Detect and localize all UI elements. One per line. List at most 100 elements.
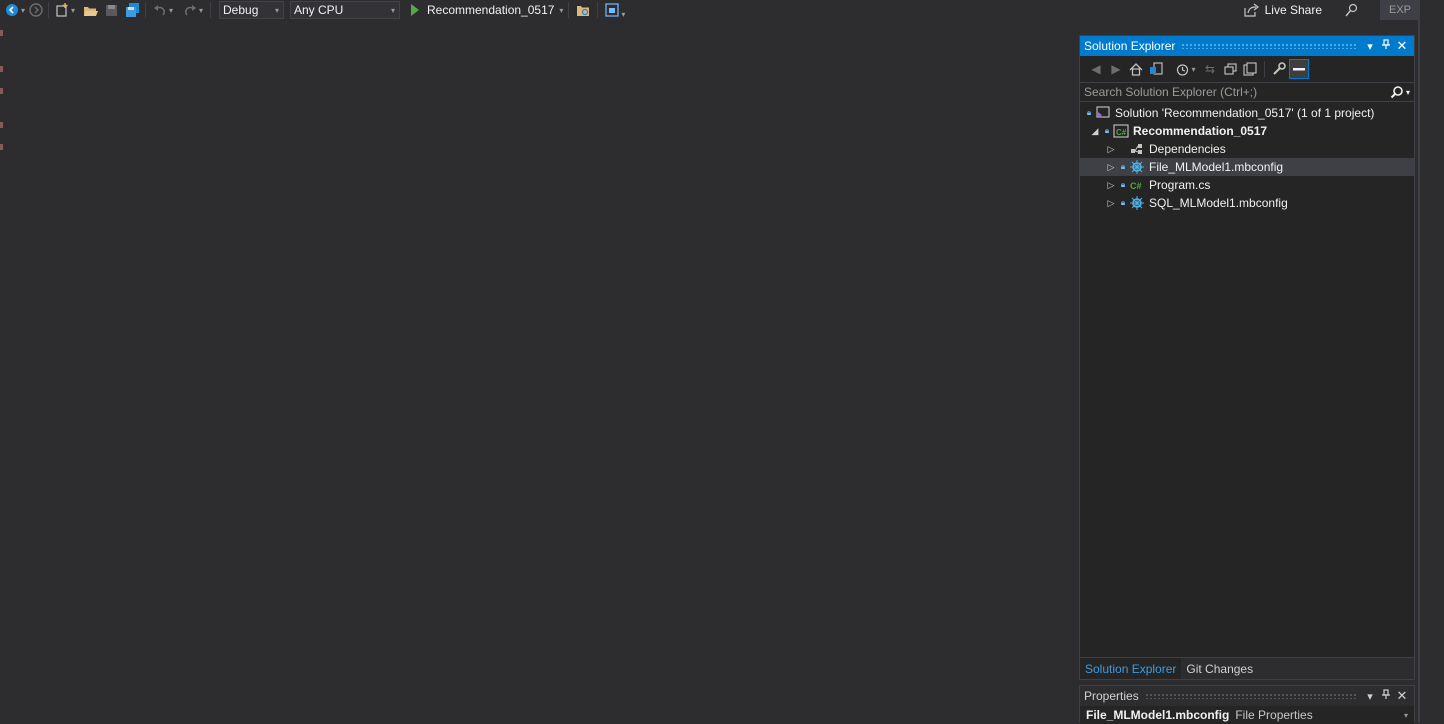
- tree-node-program-cs[interactable]: ▷ 🔒︎ C# Program.cs: [1080, 176, 1414, 194]
- back-icon[interactable]: ◀: [1086, 59, 1106, 79]
- selected-object-kind: File Properties: [1235, 708, 1313, 722]
- toolbar-separator: [145, 2, 146, 18]
- new-project-button[interactable]: ▾: [51, 1, 79, 19]
- collapsed-arrow-icon[interactable]: ▷: [1104, 198, 1118, 209]
- tree-node-project[interactable]: ◢ 🔒︎ C# Recommendation_0517: [1080, 122, 1414, 140]
- tab-git-changes[interactable]: Git Changes: [1181, 658, 1258, 679]
- configuration-value: Debug: [223, 3, 259, 17]
- panel-title: Properties: [1084, 689, 1139, 703]
- forward-icon: [29, 3, 43, 17]
- solution-configuration-dropdown[interactable]: Debug ▾: [219, 1, 284, 19]
- open-file-button[interactable]: [79, 1, 101, 19]
- main-toolbar: ▾ ▾ ▾ ▾ Debug ▾ Any CPU ▾ Recommendation…: [0, 0, 1444, 20]
- tree-node-file-mlmodel1[interactable]: ▷ 🔒︎ File_MLModel1.mbconfig: [1080, 158, 1414, 176]
- mbconfig-icon: [1128, 196, 1146, 210]
- mbconfig-icon: [1128, 160, 1146, 174]
- collapsed-arrow-icon[interactable]: ▷: [1104, 144, 1118, 155]
- search-options-icon[interactable]: ▾: [1406, 88, 1410, 97]
- drag-grip[interactable]: [1181, 43, 1356, 49]
- solution-explorer-toolbar: ◀ ▶ ▾ ⇆: [1080, 56, 1414, 82]
- collapsed-arrow-icon[interactable]: ▷: [1104, 162, 1118, 173]
- properties-panel: Properties ▾ ✕ File_MLModel1.mbconfig Fi…: [1079, 685, 1415, 724]
- toolbar-separator: [1264, 61, 1265, 77]
- close-icon[interactable]: ✕: [1394, 688, 1410, 704]
- properties-titlebar[interactable]: Properties ▾ ✕: [1080, 686, 1414, 706]
- save-all-button[interactable]: [121, 1, 143, 19]
- svg-text:C#: C#: [1130, 181, 1142, 191]
- csharp-project-icon: C#: [1112, 124, 1130, 138]
- properties-wrench-icon[interactable]: [1269, 59, 1289, 79]
- close-icon[interactable]: ✕: [1394, 38, 1410, 54]
- save-icon: [105, 4, 117, 16]
- exp-badge: EXP: [1380, 0, 1420, 20]
- pin-icon[interactable]: [1378, 689, 1394, 703]
- selected-object-name: File_MLModel1.mbconfig: [1086, 708, 1230, 722]
- solution-tree: 🔒︎ Solution 'Recommendation_0517' (1 of …: [1080, 102, 1414, 212]
- tab-solution-explorer[interactable]: Solution Explorer: [1080, 658, 1182, 679]
- expanded-arrow-icon[interactable]: ◢: [1088, 126, 1102, 137]
- window-options-icon[interactable]: ▾: [1362, 40, 1378, 53]
- chevron-down-icon: ▾: [390, 5, 395, 15]
- live-share-button[interactable]: Live Share: [1238, 3, 1328, 17]
- new-project-dropdown-icon[interactable]: ▾: [71, 6, 75, 15]
- tree-node-sql-mlmodel1[interactable]: ▷ 🔒︎ SQL_MLModel1.mbconfig: [1080, 194, 1414, 212]
- undo-icon: [153, 5, 165, 16]
- drag-grip[interactable]: [1144, 693, 1356, 699]
- sync-with-active-document-icon[interactable]: ⇆: [1200, 59, 1220, 79]
- left-tool-window-rail[interactable]: [0, 30, 6, 170]
- home-icon[interactable]: [1126, 59, 1146, 79]
- search-icon[interactable]: [1390, 85, 1404, 99]
- tree-item-label: SQL_MLModel1.mbconfig: [1149, 196, 1288, 210]
- feedback-icon: [1345, 3, 1358, 17]
- browse-folder-button[interactable]: [571, 1, 595, 19]
- panel-title: Solution Explorer: [1084, 39, 1176, 53]
- collapse-all-icon[interactable]: [1220, 59, 1240, 79]
- lock-icon: 🔒︎: [1120, 162, 1126, 171]
- tree-node-solution[interactable]: 🔒︎ Solution 'Recommendation_0517' (1 of …: [1080, 104, 1414, 122]
- solution-platform-dropdown[interactable]: Any CPU ▾: [290, 1, 400, 19]
- back-icon: [5, 4, 18, 16]
- collapsed-arrow-icon[interactable]: ▷: [1104, 180, 1118, 191]
- search-input[interactable]: [1084, 83, 1390, 101]
- window-layout-button[interactable]: ▾: [600, 1, 630, 19]
- startup-project-label: Recommendation_0517: [427, 3, 555, 17]
- dependencies-icon: [1128, 143, 1146, 155]
- pin-icon[interactable]: [1378, 39, 1394, 53]
- live-share-label: Live Share: [1264, 3, 1322, 17]
- solution-explorer-panel: Solution Explorer ▾ ✕ ◀ ▶ ▾ ⇆ Search Sol…: [1079, 35, 1415, 680]
- pending-changes-filter-icon[interactable]: ▾: [1172, 59, 1200, 79]
- chevron-down-icon: ▾: [274, 5, 279, 15]
- svg-text:C#: C#: [1116, 128, 1127, 137]
- preview-selected-items-icon[interactable]: [1289, 59, 1309, 79]
- undo-button[interactable]: ▾: [148, 1, 178, 19]
- toolbar-separator: [48, 2, 49, 18]
- redo-button[interactable]: ▾: [178, 1, 208, 19]
- save-button[interactable]: [101, 1, 121, 19]
- startup-dropdown-icon[interactable]: ▾: [559, 6, 563, 15]
- title-right-tools: Live Share EXP: [1238, 0, 1420, 20]
- lock-icon: 🔒︎: [1120, 180, 1126, 189]
- solution-explorer-titlebar[interactable]: Solution Explorer ▾ ✕: [1080, 36, 1414, 56]
- undo-dropdown-icon[interactable]: ▾: [169, 6, 173, 15]
- platform-value: Any CPU: [294, 3, 344, 17]
- show-all-files-icon[interactable]: [1240, 59, 1260, 79]
- feedback-button[interactable]: [1338, 1, 1366, 19]
- redo-dropdown-icon[interactable]: ▾: [199, 6, 203, 15]
- tree-item-label: File_MLModel1.mbconfig: [1149, 160, 1284, 174]
- customize-toolbar-icon[interactable]: ▾: [621, 10, 625, 19]
- toolbar-separator: [597, 2, 599, 18]
- forward-icon[interactable]: ▶: [1106, 59, 1126, 79]
- window-options-icon[interactable]: ▾: [1362, 690, 1378, 703]
- solution-explorer-tab-strip: Solution Explorer Git Changes: [1080, 657, 1414, 679]
- object-selector-dropdown[interactable]: File_MLModel1.mbconfig File Properties ▾: [1080, 706, 1414, 724]
- solution-label: Solution 'Recommendation_0517' (1 of 1 p…: [1115, 106, 1375, 120]
- tree-node-dependencies[interactable]: ▷ Dependencies: [1080, 140, 1414, 158]
- browse-folder-icon: [576, 5, 589, 16]
- back-dropdown-icon[interactable]: ▾: [21, 6, 25, 15]
- switch-views-icon[interactable]: [1146, 59, 1166, 79]
- start-debugging-button[interactable]: Recommendation_0517 ▾: [408, 1, 566, 19]
- forward-button[interactable]: [26, 1, 46, 19]
- back-button[interactable]: ▾: [4, 1, 26, 19]
- lock-icon: 🔒︎: [1120, 198, 1126, 207]
- lock-icon: 🔒︎: [1086, 108, 1092, 117]
